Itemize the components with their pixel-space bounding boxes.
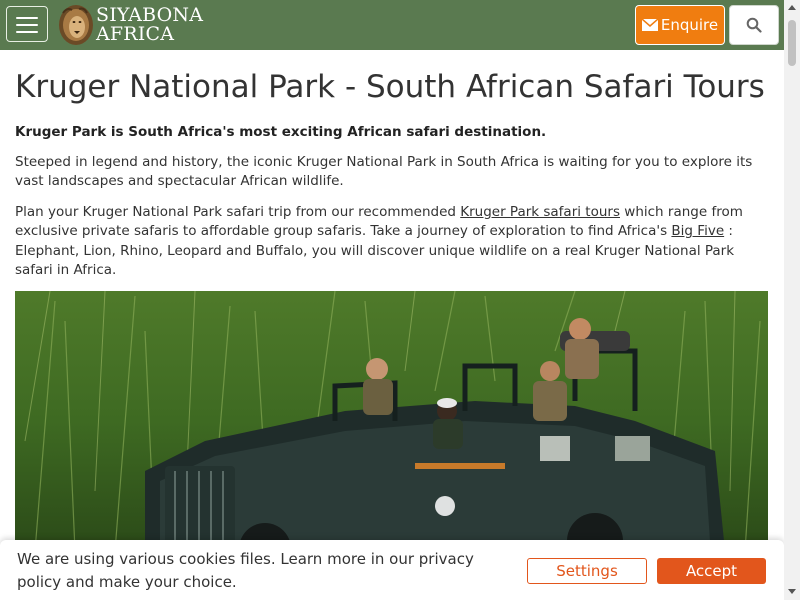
- logo-line2: AFRICA: [96, 23, 175, 45]
- envelope-icon: [641, 19, 658, 31]
- site-logo[interactable]: SIYABONA AFRICA: [57, 3, 203, 47]
- menu-button[interactable]: [6, 6, 48, 42]
- scroll-down-arrow-icon[interactable]: [788, 589, 796, 594]
- page-title: Kruger National Park - South African Saf…: [15, 69, 765, 105]
- cookie-accept-button[interactable]: Accept: [657, 558, 766, 584]
- search-button[interactable]: [729, 5, 779, 45]
- cookie-settings-button[interactable]: Settings: [527, 558, 647, 584]
- lion-logo-icon: [59, 5, 93, 45]
- intro-paragraph: Steeped in legend and history, the iconi…: [15, 154, 753, 190]
- logo-text: SIYABONA AFRICA: [96, 6, 203, 44]
- enquire-button[interactable]: Enquire: [635, 5, 725, 45]
- cookie-message: We are using various cookies files. Lear…: [17, 550, 474, 591]
- big-five-link[interactable]: Big Five: [671, 223, 724, 239]
- search-icon: [746, 17, 762, 33]
- cookie-banner: We are using various cookies files. Lear…: [0, 540, 784, 600]
- scroll-up-arrow-icon[interactable]: [788, 5, 796, 10]
- page-scrollbar[interactable]: [784, 0, 800, 600]
- site-header: SIYABONA AFRICA Enquire: [0, 0, 784, 50]
- lead-paragraph: Kruger Park is South Africa's most excit…: [15, 124, 547, 140]
- safari-vehicle-photo: [15, 291, 768, 551]
- plan-text-a: Plan your Kruger National Park safari tr…: [15, 203, 461, 220]
- safari-tours-link[interactable]: Kruger Park safari tours: [460, 204, 620, 220]
- scroll-thumb[interactable]: [788, 20, 796, 66]
- plan-paragraph: Plan your Kruger National Park safari tr…: [15, 203, 767, 281]
- main-content: Kruger National Park - South African Saf…: [15, 50, 767, 280]
- enquire-label: Enquire: [660, 16, 719, 34]
- hamburger-icon: [16, 17, 38, 19]
